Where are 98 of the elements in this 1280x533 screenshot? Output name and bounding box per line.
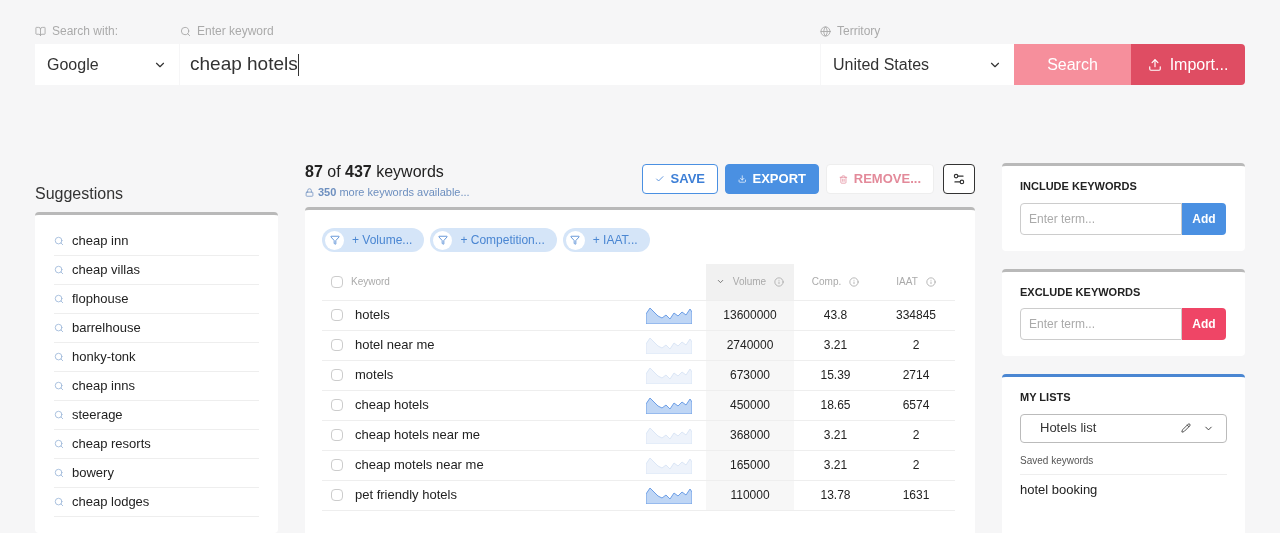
competition-cell: 18.65: [820, 398, 851, 412]
sparkline-drawing: [646, 486, 692, 504]
keyword-cell-text: cheap hotels: [355, 396, 429, 415]
card-title: EXCLUDE KEYWORDS: [1020, 284, 1142, 300]
suggestions-title: Suggestions: [35, 184, 125, 204]
search-icon: [54, 468, 64, 478]
row-checkbox[interactable]: [331, 339, 343, 351]
keyword-cell-text: cheap motels near me: [355, 456, 484, 475]
suggestion-item[interactable]: cheap resorts: [54, 430, 259, 459]
row-checkbox[interactable]: [331, 459, 343, 471]
suggestion-item[interactable]: barrelhouse: [54, 314, 259, 343]
list-dropdown[interactable]: Hotels list: [1020, 413, 1227, 443]
globe-icon: [820, 25, 831, 37]
iaat-cell: 2714: [902, 368, 930, 382]
result-count: 87 of 437 keywords: [305, 162, 445, 182]
filter-icon: [570, 235, 581, 245]
card-title: MY LISTS: [1020, 390, 1072, 405]
iaat-cell: 334845: [895, 308, 936, 322]
term-input-field[interactable]: Enter term...: [1020, 202, 1182, 235]
search-icon: [54, 410, 64, 420]
search-icon: [54, 323, 64, 333]
search-icon: [54, 236, 64, 246]
add-button[interactable]: Add: [1182, 308, 1226, 340]
keyword-input-field[interactable]: cheap hotels: [180, 44, 820, 85]
search-icon: [54, 294, 64, 304]
iaat-cell: 2: [912, 428, 920, 442]
suggestion-item[interactable]: bowery: [54, 459, 259, 488]
pencil-icon: [1181, 423, 1191, 433]
suggestion-item[interactable]: cheap villas: [54, 256, 259, 285]
competition-cell: 3.21: [823, 458, 848, 472]
settings-button[interactable]: [943, 164, 975, 194]
search-icon: [54, 381, 64, 391]
search-icon: [54, 352, 64, 362]
territory-dropdown[interactable]: United States: [821, 44, 1014, 85]
info-icon: [849, 276, 860, 287]
volume-cell: 2740000: [726, 338, 774, 352]
row-checkbox[interactable]: [331, 429, 343, 441]
search-icon: [54, 439, 64, 449]
field-label: Enter keyword: [197, 23, 274, 40]
sparkline-drawing: [646, 336, 692, 354]
volume-cell: 368000: [729, 428, 770, 442]
suggestion-item[interactable]: cheap inn: [54, 227, 259, 256]
row-checkbox[interactable]: [331, 489, 343, 501]
card-title: INCLUDE KEYWORDS: [1020, 179, 1138, 194]
keyword-cell-text: pet friendly hotels: [355, 486, 457, 505]
suggestion-item[interactable]: steerage: [54, 401, 259, 430]
row-checkbox[interactable]: [331, 309, 343, 321]
iaat-cell: 6574: [902, 398, 930, 412]
suggestion-item[interactable]: cheap inns: [54, 372, 259, 401]
keyword-cell-text: motels: [355, 366, 394, 385]
volume-cell: 450000: [729, 398, 770, 412]
iaat-cell: 2: [912, 338, 920, 352]
volume-cell: 13600000: [723, 308, 777, 322]
field-label: Search with:: [52, 23, 119, 40]
filter-icon: [329, 235, 340, 245]
select-all-checkbox[interactable]: [331, 275, 343, 288]
saved-keyword[interactable]: hotel booking: [1020, 473, 1227, 504]
competition-cell: 3.21: [823, 428, 848, 442]
competition-cell: 3.21: [823, 338, 848, 352]
suggestion-item[interactable]: flophouse: [54, 285, 259, 314]
keyword-cell-text: cheap hotels near me: [355, 426, 481, 445]
sparkline-drawing: [646, 426, 692, 444]
info-icon: [925, 276, 936, 287]
iaat-cell: 1631: [902, 488, 930, 502]
keyword-cell-text: hotel near me: [355, 336, 435, 355]
sparkline-drawing: [646, 306, 692, 324]
info-icon: [774, 276, 785, 287]
suggestion-item[interactable]: cheap lodges: [54, 488, 259, 517]
search-icon: [54, 265, 64, 275]
filter-icon: [437, 235, 448, 245]
competition-cell: 43.8: [823, 308, 848, 322]
search-icon: [180, 25, 191, 37]
book-icon: [35, 25, 46, 37]
volume-cell: 673000: [729, 368, 770, 382]
sparkline-drawing: [646, 456, 692, 474]
term-input-field[interactable]: Enter term...: [1020, 308, 1182, 340]
competition-cell: 15.39: [820, 368, 851, 382]
import-button[interactable]: Import...: [1131, 44, 1245, 85]
competition-cell: 13.78: [820, 488, 851, 502]
search-icon: [54, 497, 64, 507]
suggestion-item[interactable]: honky-tonk: [54, 343, 259, 372]
settings-icon: [952, 172, 966, 186]
field-label: Territory: [837, 23, 881, 40]
saved-keywords-label: Saved keywords: [1020, 453, 1095, 468]
iaat-cell: 2: [912, 458, 920, 472]
action-button[interactable]: SAVE: [642, 164, 718, 194]
row-checkbox[interactable]: [331, 369, 343, 381]
trash-icon: [839, 172, 848, 186]
lock-icon: [305, 187, 314, 197]
keyword-cell-text: hotels: [355, 306, 390, 325]
engine-dropdown[interactable]: Google: [35, 44, 179, 85]
upload-icon: [1147, 57, 1162, 72]
volume-cell: 110000: [730, 488, 770, 502]
download-icon: [738, 172, 747, 186]
sparkline-drawing: [646, 396, 692, 414]
volume-cell: 165000: [729, 458, 770, 472]
row-checkbox[interactable]: [331, 399, 343, 411]
sparkline-drawing: [646, 366, 692, 384]
